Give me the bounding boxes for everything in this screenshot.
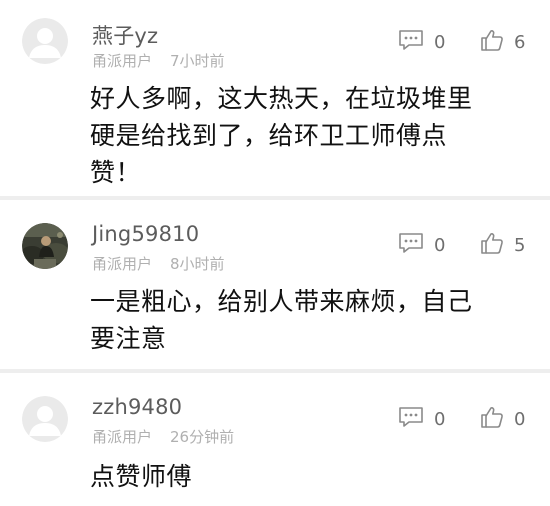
- default-avatar-icon[interactable]: [22, 396, 68, 442]
- comment-body-line: 点赞师傅: [90, 462, 193, 491]
- comment-meta: 甬派用户 7小时前: [92, 50, 225, 71]
- comment-time: 8小时前: [170, 255, 225, 273]
- user-photo-avatar[interactable]: [22, 223, 68, 269]
- comment-time: 26分钟前: [170, 428, 235, 446]
- comment-body-line: 好人多啊，这大热天，在垃圾堆里: [90, 84, 473, 113]
- comment-bubble-icon: [398, 232, 424, 258]
- like-count: 0: [514, 408, 526, 430]
- comment-username[interactable]: zzh9480: [92, 395, 182, 419]
- reply-count: 0: [434, 234, 446, 256]
- reply-count: 0: [434, 408, 446, 430]
- like-count: 5: [514, 234, 526, 256]
- comment-source: 甬派用户: [92, 52, 153, 70]
- comment-source: 甬派用户: [92, 428, 153, 446]
- comment-item: zzh9480 甬派用户 26分钟前 0 0 点赞师傅: [0, 373, 550, 506]
- like-button[interactable]: 0: [480, 405, 525, 433]
- like-count: 6: [514, 31, 526, 53]
- reply-count: 0: [434, 31, 446, 53]
- reply-button[interactable]: 0: [398, 231, 445, 259]
- comment-username[interactable]: 燕子yz: [92, 20, 158, 50]
- comment-body-line: 赞！: [90, 158, 142, 187]
- comment-meta: 甬派用户 8小时前: [92, 253, 225, 274]
- comment-actions: 0 0: [398, 405, 528, 433]
- comment-body: 一是粗心，给别人带来麻烦，自己 要注意: [90, 283, 510, 357]
- comment-item: 燕子yz 甬派用户 7小时前 0 6 好人多啊，这大热天，在垃圾堆里 硬是给找到…: [0, 0, 550, 200]
- comment-time: 7小时前: [170, 52, 225, 70]
- comment-bubble-icon: [398, 406, 424, 432]
- thumbs-up-icon: [480, 231, 504, 259]
- comment-list: 燕子yz 甬派用户 7小时前 0 6 好人多啊，这大热天，在垃圾堆里 硬是给找到…: [0, 0, 550, 506]
- comment-body-line: 硬是给找到了，给环卫工师傅点: [90, 121, 448, 150]
- comment-actions: 0 6: [398, 28, 528, 56]
- thumbs-up-icon: [480, 28, 504, 56]
- like-button[interactable]: 6: [480, 28, 525, 56]
- thumbs-up-icon: [480, 405, 504, 433]
- reply-button[interactable]: 0: [398, 405, 445, 433]
- comment-item: Jing59810 甬派用户 8小时前 0 5 一是粗心，给别人带来麻烦，自己 …: [0, 200, 550, 373]
- comment-meta: 甬派用户 26分钟前: [92, 426, 234, 447]
- comment-source: 甬派用户: [92, 255, 153, 273]
- comment-body: 点赞师傅: [90, 458, 510, 495]
- comment-body-line: 要注意: [90, 324, 167, 353]
- like-button[interactable]: 5: [480, 231, 525, 259]
- comment-body: 好人多啊，这大热天，在垃圾堆里 硬是给找到了，给环卫工师傅点 赞！: [90, 80, 510, 191]
- comment-body-line: 一是粗心，给别人带来麻烦，自己: [90, 287, 473, 316]
- comment-username[interactable]: Jing59810: [92, 222, 199, 246]
- comment-actions: 0 5: [398, 231, 528, 259]
- default-avatar-icon[interactable]: [22, 18, 68, 64]
- reply-button[interactable]: 0: [398, 28, 445, 56]
- comment-bubble-icon: [398, 29, 424, 55]
